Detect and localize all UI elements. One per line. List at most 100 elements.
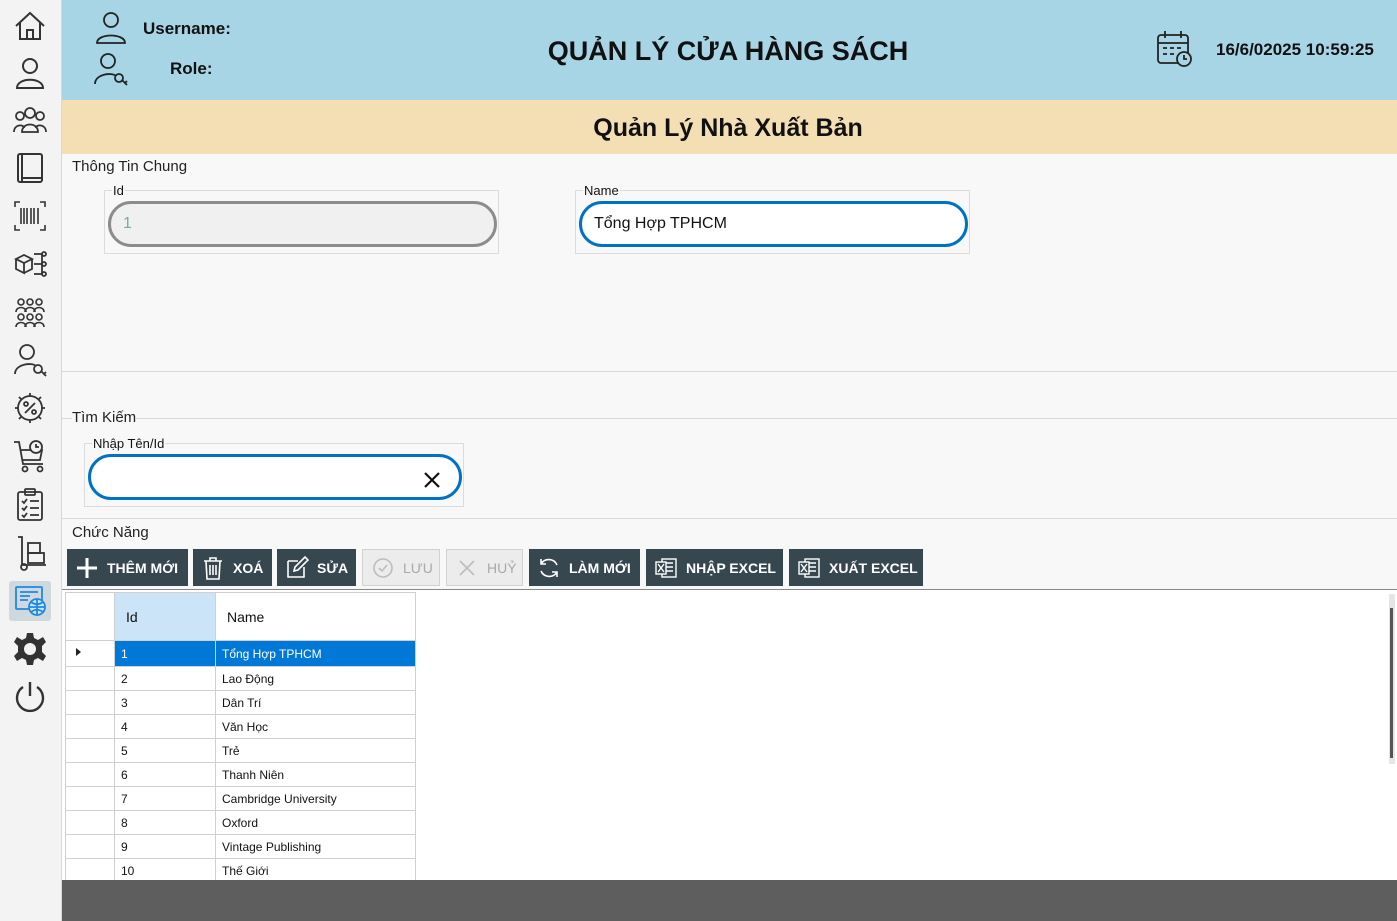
table-row[interactable]: 3 Dân Trí xyxy=(65,690,416,715)
top-header: Username: Role: QUẢN LÝ CỬA HÀNG SÁCH 16… xyxy=(62,0,1397,100)
cell-id[interactable]: 2 xyxy=(114,666,216,691)
edit-button[interactable]: SỬA xyxy=(277,549,356,586)
add-button[interactable]: THÊM MỚI xyxy=(67,549,188,586)
cell-name[interactable]: Lao Động xyxy=(215,666,416,691)
table-row[interactable]: 5 Trẻ xyxy=(65,738,416,763)
table-row[interactable]: 8 Oxford xyxy=(65,810,416,835)
cell-name[interactable]: Tổng Hợp TPHCM xyxy=(215,640,416,667)
user-key-icon[interactable] xyxy=(9,340,51,380)
delete-button-label: XOÁ xyxy=(233,559,264,576)
column-header-id[interactable]: Id xyxy=(114,592,216,641)
customers-icon[interactable] xyxy=(9,100,51,140)
export-excel-button-label: XUẤT EXCEL xyxy=(829,559,918,576)
power-icon[interactable] xyxy=(9,677,51,717)
save-button-label: LƯU xyxy=(403,559,433,576)
refresh-button-label: LÀM MỚI xyxy=(569,559,631,576)
cell-id[interactable]: 6 xyxy=(114,762,216,787)
cell-name[interactable]: Thế Giới xyxy=(215,858,416,883)
excel-export-icon xyxy=(798,557,820,578)
table-row[interactable]: 1 Tổng Hợp TPHCM xyxy=(65,640,416,667)
add-button-label: THÊM MỚI xyxy=(107,559,179,576)
discount-gear-icon[interactable] xyxy=(9,388,51,428)
cell-id[interactable]: 5 xyxy=(114,738,216,763)
app-title: QUẢN LÝ CỬA HÀNG SÁCH xyxy=(547,36,909,66)
cell-id[interactable]: 4 xyxy=(114,714,216,739)
search-label: Nhập Tên/Id xyxy=(92,436,166,451)
search-group: Tìm Kiếm Nhập Tên/Id xyxy=(62,409,1397,519)
cell-name[interactable]: Văn Học xyxy=(215,714,416,739)
name-input[interactable]: Tổng Hợp TPHCM xyxy=(579,201,968,247)
row-selector[interactable] xyxy=(65,810,115,835)
import-excel-button[interactable]: NHẬP EXCEL xyxy=(646,549,783,586)
book-icon[interactable] xyxy=(9,148,51,188)
sidebar xyxy=(0,0,62,921)
publisher-table: Id Name 1 Tổng Hợp TPHCM 2 Lao Động 3 Dân … xyxy=(65,592,416,883)
datetime-display: 16/6/02025 10:59:25 xyxy=(1216,40,1374,59)
clear-icon[interactable] xyxy=(422,470,442,490)
page-title: Quản Lý Nhà Xuất Bản xyxy=(593,114,863,142)
import-excel-button-label: NHẬP EXCEL xyxy=(686,559,776,576)
row-selector[interactable] xyxy=(65,762,115,787)
cell-name[interactable]: Oxford xyxy=(215,810,416,835)
table-row[interactable]: 7 Cambridge University xyxy=(65,786,416,811)
trash-icon xyxy=(204,556,222,580)
cell-id[interactable]: 3 xyxy=(114,690,216,715)
column-header-name[interactable]: Name xyxy=(215,592,416,641)
home-icon[interactable] xyxy=(9,6,51,46)
cell-name[interactable]: Trẻ xyxy=(215,738,416,763)
product-network-icon[interactable] xyxy=(9,244,51,284)
cell-id[interactable]: 8 xyxy=(114,810,216,835)
table-row[interactable]: 6 Thanh Niên xyxy=(65,762,416,787)
table-row[interactable]: 4 Văn Học xyxy=(65,714,416,739)
row-pointer-icon xyxy=(76,648,81,656)
excel-import-icon xyxy=(655,557,677,578)
grid-footer-bar xyxy=(62,880,1397,921)
functions-title: Chức Năng xyxy=(72,524,149,541)
search-field-box: Nhập Tên/Id xyxy=(84,436,464,507)
vertical-scrollbar[interactable] xyxy=(1389,594,1395,764)
save-button[interactable]: LƯU xyxy=(362,549,440,586)
search-title: Tìm Kiếm xyxy=(72,409,137,426)
checklist-icon[interactable] xyxy=(9,485,51,525)
delete-button[interactable]: XOÁ xyxy=(193,549,272,586)
row-selector[interactable] xyxy=(65,714,115,739)
barcode-icon[interactable] xyxy=(9,196,51,236)
export-excel-button[interactable]: XUẤT EXCEL xyxy=(789,549,923,586)
cell-name[interactable]: Cambridge University xyxy=(215,786,416,811)
plus-icon xyxy=(77,557,97,578)
row-selector[interactable] xyxy=(65,738,115,763)
cell-id[interactable]: 7 xyxy=(114,786,216,811)
cancel-button[interactable]: HUỶ xyxy=(446,549,523,586)
settings-gear-icon[interactable] xyxy=(9,629,51,669)
role-icon xyxy=(94,53,128,86)
refresh-button[interactable]: LÀM MỚI xyxy=(529,549,640,586)
id-field-box: Id 1 xyxy=(104,183,499,254)
cell-name[interactable]: Thanh Niên xyxy=(215,762,416,787)
username-label: Username: xyxy=(143,19,231,38)
cell-name[interactable]: Vintage Publishing xyxy=(215,834,416,859)
cell-id[interactable]: 10 xyxy=(114,858,216,883)
user-icon[interactable] xyxy=(9,53,51,93)
cell-name[interactable]: Dân Trí xyxy=(215,690,416,715)
hand-truck-icon[interactable] xyxy=(9,533,51,573)
publisher-grid: Id Name 1 Tổng Hợp TPHCM 2 Lao Động 3 Dân … xyxy=(62,589,1397,883)
table-row[interactable]: 2 Lao Động xyxy=(65,666,416,691)
edit-icon xyxy=(287,555,309,578)
row-selector[interactable] xyxy=(65,640,115,667)
cart-clock-icon[interactable] xyxy=(9,436,51,476)
employees-icon[interactable] xyxy=(9,292,51,332)
search-input[interactable] xyxy=(88,454,462,500)
cancel-button-label: HUỶ xyxy=(487,559,517,576)
cell-id[interactable]: 9 xyxy=(114,834,216,859)
row-selector[interactable] xyxy=(65,666,115,691)
row-selector[interactable] xyxy=(65,858,115,883)
publisher-icon[interactable] xyxy=(9,581,51,621)
cell-id[interactable]: 1 xyxy=(114,640,216,667)
row-selector[interactable] xyxy=(65,834,115,859)
table-row[interactable]: 9 Vintage Publishing xyxy=(65,834,416,859)
id-input[interactable]: 1 xyxy=(108,201,497,247)
row-selector[interactable] xyxy=(65,786,115,811)
row-selector[interactable] xyxy=(65,690,115,715)
table-row[interactable]: 10 Thế Giới xyxy=(65,858,416,883)
user-icon xyxy=(96,12,126,44)
